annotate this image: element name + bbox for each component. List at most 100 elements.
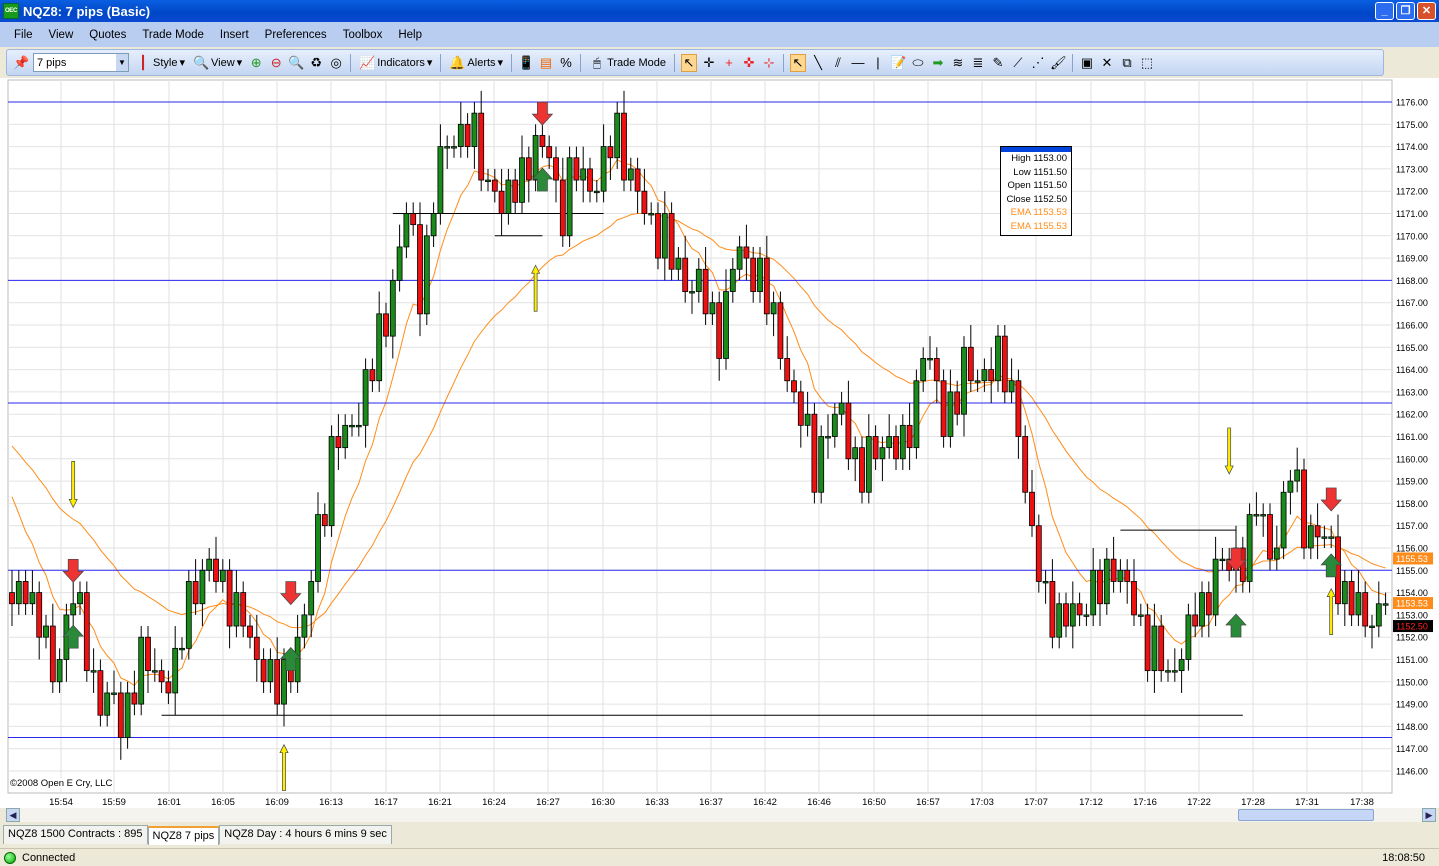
scroll-thumb[interactable] (1238, 809, 1374, 821)
menu-help[interactable]: Help (390, 29, 430, 41)
tab-contracts[interactable]: NQZ8 1500 Contracts : 895 (3, 825, 148, 844)
candle-body (1124, 569, 1131, 582)
close-button[interactable]: ✕ (1417, 2, 1436, 20)
percent-icon[interactable]: % (558, 55, 574, 70)
menu-insert[interactable]: Insert (212, 29, 257, 41)
refresh-icon[interactable]: ♻ (308, 55, 324, 71)
wave-icon[interactable]: ≋ (950, 55, 966, 71)
horizontal-line-icon[interactable]: — (850, 55, 866, 70)
candle-body (1029, 491, 1035, 527)
y-tick-label: 1147.00 (1396, 744, 1428, 754)
trade-mode-button[interactable]: 🖱 Trade Mode (587, 55, 668, 71)
zoom-icon[interactable]: 🔍 (288, 55, 304, 71)
chart-area[interactable]: 1176.00 1175.00 1174.00 1173.00 1172.00 1171.… (0, 78, 1439, 808)
candle-body (376, 313, 383, 382)
x-tick-label: 17:07 (1024, 797, 1048, 808)
candle-body (811, 413, 818, 493)
x-tick-label: 16:37 (699, 797, 723, 808)
y-tick-label: 1152.00 (1396, 633, 1428, 643)
candle-body (1144, 614, 1151, 672)
view-button[interactable]: 🔍 View ▾ (191, 55, 244, 71)
interval-select[interactable]: 7 pips ▼ (33, 53, 129, 72)
menu-view[interactable]: View (41, 29, 82, 41)
menu-file[interactable]: File (6, 29, 41, 41)
candle-body (695, 268, 702, 292)
properties-icon[interactable]: ▣ (1079, 55, 1095, 71)
price-tag-label: 1153.53 (1396, 599, 1428, 609)
select-icon[interactable]: ↖ (789, 53, 806, 72)
candle-body (321, 514, 328, 527)
candle-body (750, 257, 757, 292)
delete-icon[interactable]: ✕ (1099, 55, 1115, 71)
x-tick-label: 17:03 (970, 797, 994, 808)
frame-icon[interactable]: ⬚ (1139, 55, 1155, 71)
maximize-button[interactable]: ❐ (1396, 2, 1415, 20)
gann-icon[interactable]: ⋰ (1030, 55, 1046, 71)
candle-body (423, 235, 430, 315)
candle-body (1382, 603, 1389, 606)
cursor-sync-icon[interactable]: ◎ (328, 55, 344, 71)
candle-body (689, 291, 695, 294)
y-tick-label: 1168.00 (1396, 276, 1428, 286)
scroll-right-button[interactable]: ▶ (1422, 808, 1436, 822)
chevron-down-icon: ▼ (116, 54, 128, 71)
brush-icon[interactable]: 🖌 (1050, 55, 1067, 71)
vertical-line-icon[interactable]: | (870, 55, 886, 70)
candle-body (77, 592, 83, 605)
candle-body (36, 592, 43, 638)
candle-body (267, 659, 274, 683)
pin-icon[interactable]: 📌 (13, 55, 29, 71)
tab-7-pips[interactable]: NQZ8 7 pips (147, 826, 220, 845)
copy-icon[interactable]: ⧉ (1119, 55, 1135, 71)
menu-preferences[interactable]: Preferences (257, 29, 335, 41)
pencil-icon[interactable]: ✎ (990, 55, 1006, 71)
phone-icon[interactable]: 📱 (518, 55, 534, 71)
ellipse-icon[interactable]: ⬭ (910, 55, 926, 71)
arrow-icon[interactable]: ➡ (930, 55, 946, 71)
pointer-icon[interactable]: ↖ (680, 53, 697, 72)
style-button[interactable]: ┃ Style ▾ (133, 55, 187, 71)
indicators-icon: 📈 (359, 54, 376, 70)
candle-body (981, 369, 988, 382)
candle-body (29, 592, 36, 605)
zoom-out-icon[interactable]: ⊖ (268, 55, 284, 71)
crosshair-icon[interactable]: ✛ (701, 55, 717, 71)
x-tick-label: 16:30 (591, 797, 615, 808)
channel-icon[interactable]: ⫽ (830, 55, 846, 71)
price-chart[interactable]: 1176.00 1175.00 1174.00 1173.00 1172.00 1171.… (0, 78, 1439, 808)
alerts-button[interactable]: 🔔 Alerts ▾ (447, 55, 505, 71)
candle-body (566, 157, 573, 237)
cross-red-icon[interactable]: + (721, 55, 737, 70)
tab-day[interactable]: NQZ8 Day : 4 hours 6 mins 9 sec (219, 825, 392, 844)
candle-body (335, 436, 342, 449)
candle-body (859, 447, 865, 493)
target-icon[interactable]: ✜ (741, 55, 757, 71)
zoom-in-icon[interactable]: ⊕ (248, 55, 264, 71)
candle-body (1205, 592, 1212, 616)
candle-body (587, 168, 593, 192)
title-bar: OEC NQZ8: 7 pips (Basic) _ ❐ ✕ (0, 0, 1439, 22)
fibonacci-icon[interactable]: ≣ (970, 55, 986, 71)
horizontal-scrollbar[interactable]: ◀ ▶ (6, 808, 1436, 822)
indicators-button[interactable]: 📈 Indicators ▾ (357, 55, 434, 71)
cursor-line-icon[interactable]: ⊹ (761, 55, 777, 71)
minimize-button[interactable]: _ (1375, 2, 1394, 20)
mouse-icon: 🖱 (593, 54, 601, 70)
line-icon[interactable]: ╲ (810, 55, 826, 71)
y-tick-label: 1158.00 (1396, 499, 1428, 509)
candle-body (383, 313, 389, 337)
x-tick-label: 17:28 (1241, 797, 1265, 808)
candle-body (927, 358, 933, 361)
candle-body (464, 123, 471, 148)
note-icon[interactable]: 📝 (890, 55, 906, 71)
fan-icon[interactable]: ⟋ (1010, 55, 1026, 71)
menu-trade-mode[interactable]: Trade Mode (134, 29, 212, 41)
scroll-left-button[interactable]: ◀ (6, 808, 20, 822)
menu-toolbox[interactable]: Toolbox (335, 29, 391, 41)
candle (185, 570, 192, 660)
y-tick-label: 1173.00 (1396, 164, 1428, 174)
color-bars-icon[interactable]: ▤ (538, 55, 554, 71)
candle-body (845, 402, 852, 460)
menu-quotes[interactable]: Quotes (81, 29, 134, 41)
candle-body (593, 190, 600, 194)
